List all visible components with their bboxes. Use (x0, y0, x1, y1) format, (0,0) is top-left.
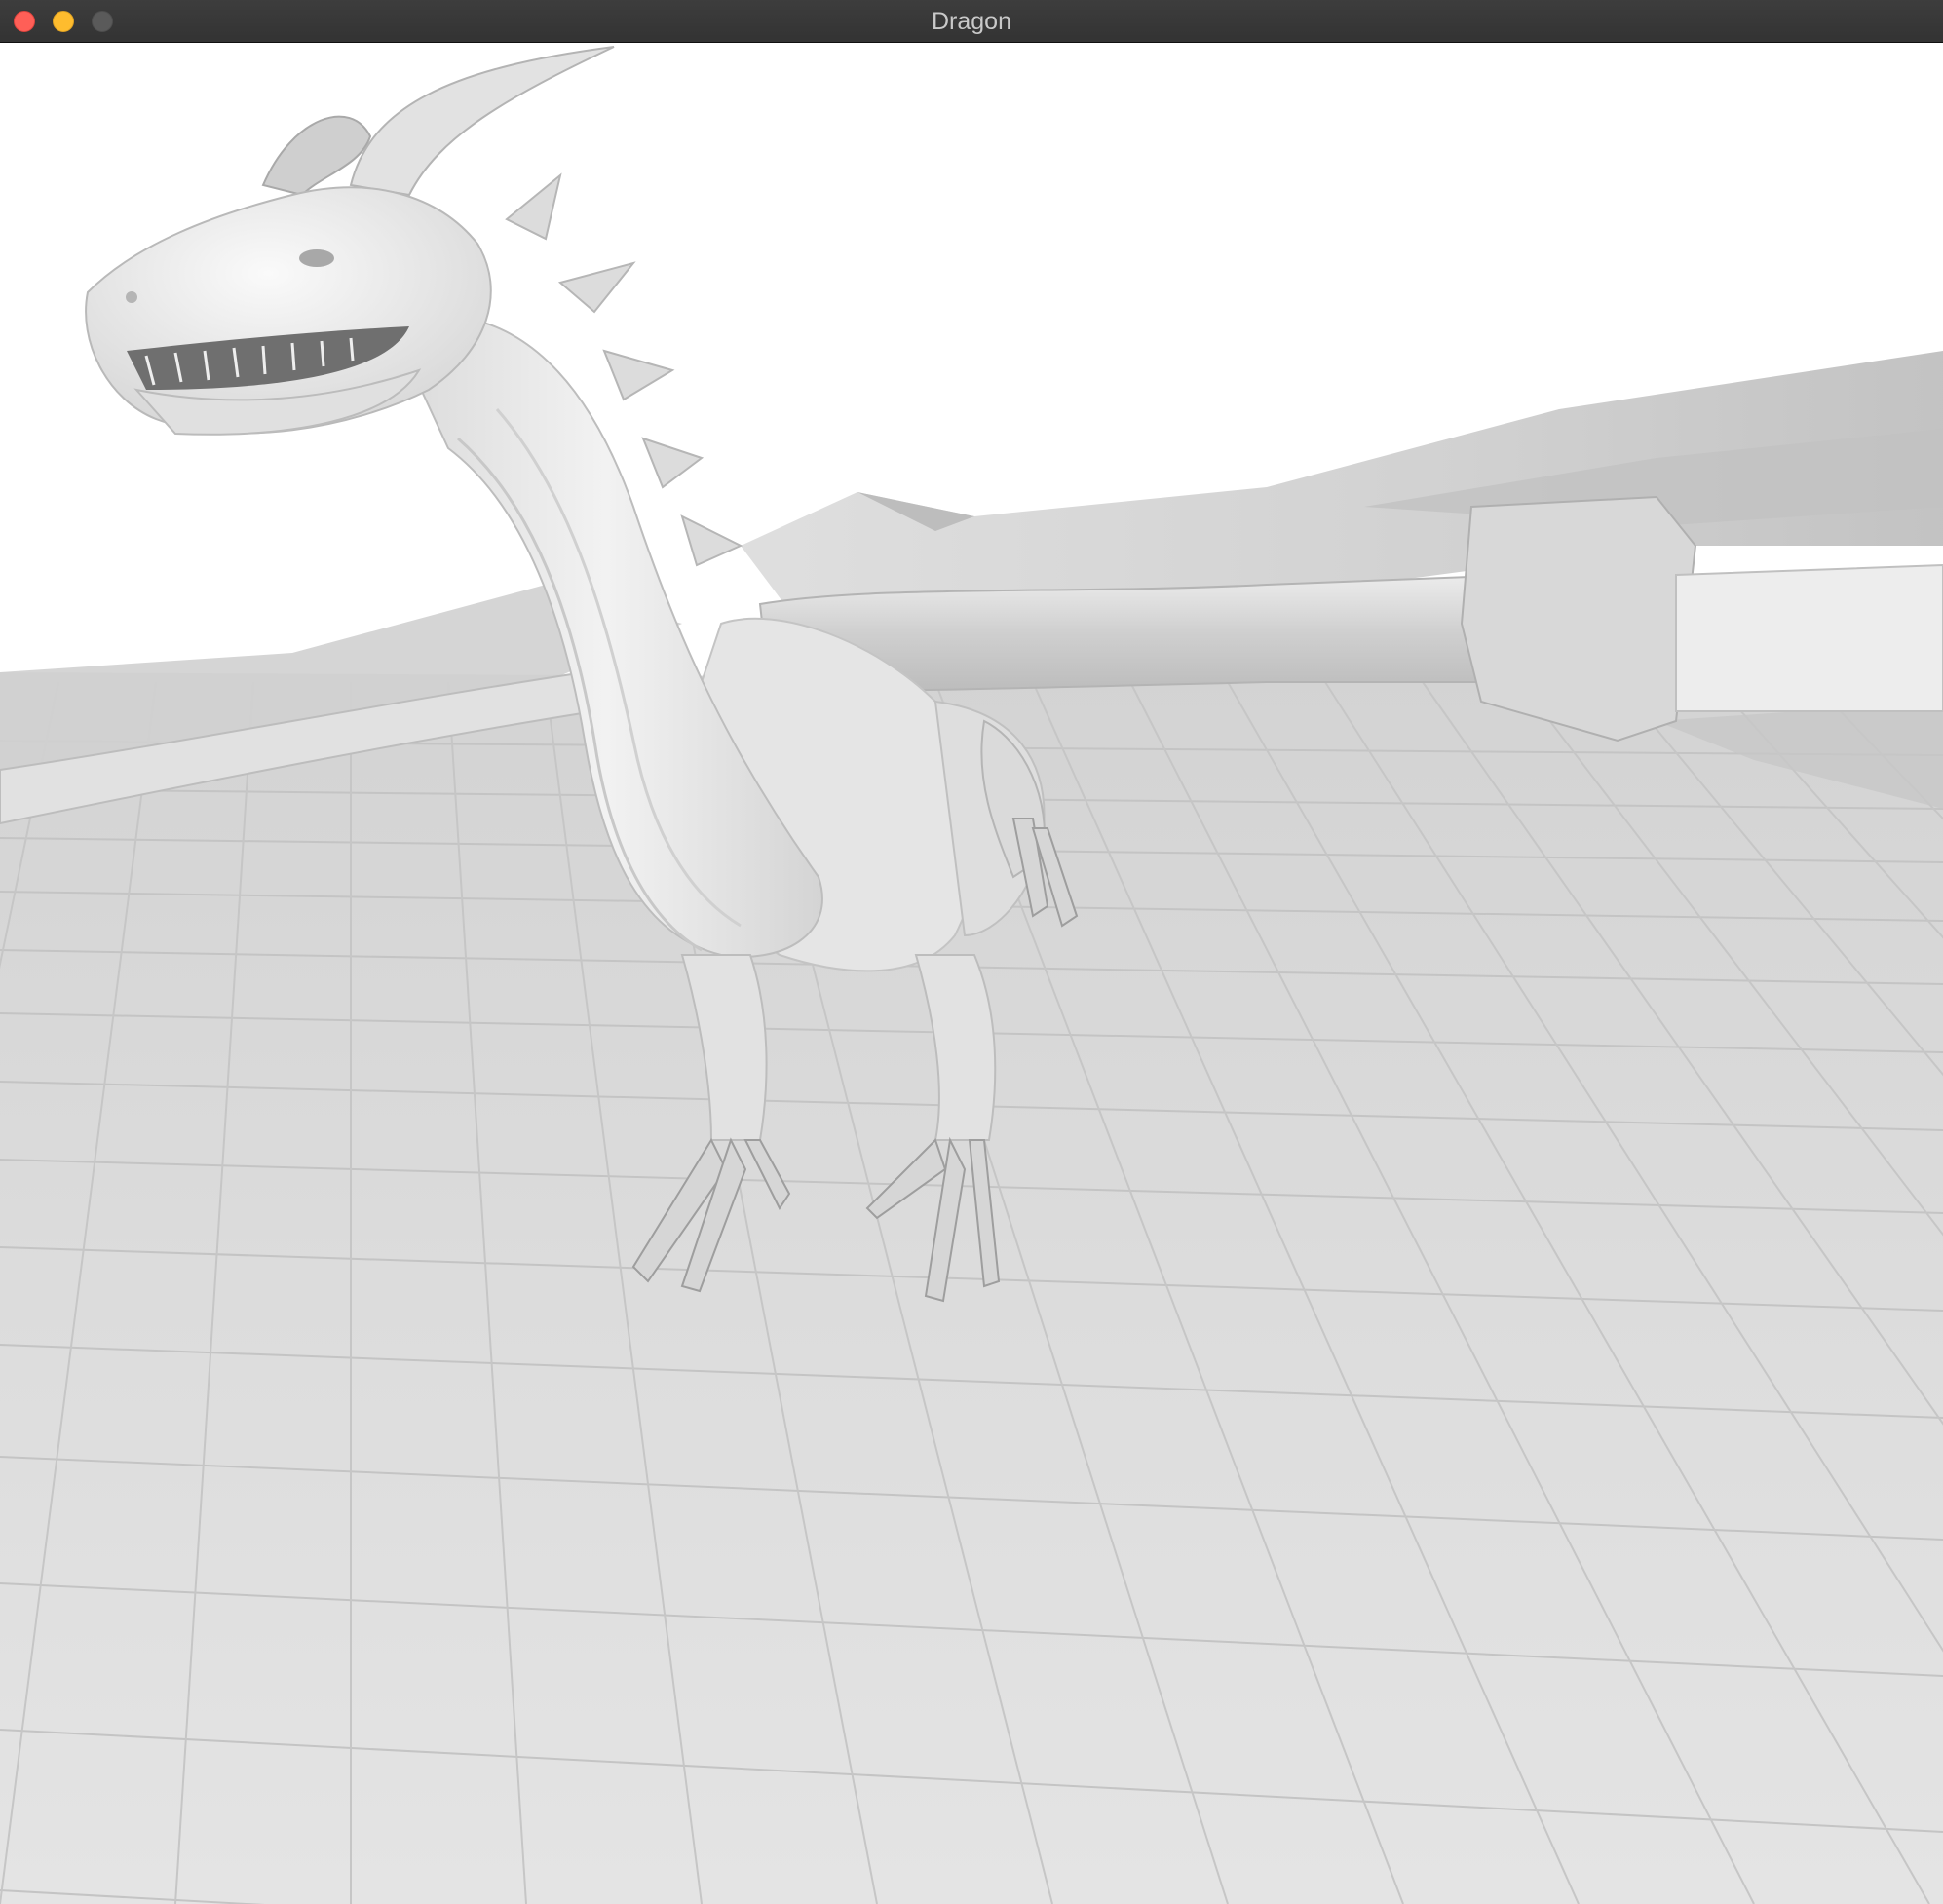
scene-canvas (0, 46, 1943, 1904)
window-title: Dragon (932, 8, 1011, 35)
render-viewport[interactable] (0, 43, 1943, 1904)
title-bar[interactable]: Dragon (0, 0, 1943, 43)
app-window: Dragon (0, 0, 1943, 1904)
dragon-horns (261, 46, 615, 197)
